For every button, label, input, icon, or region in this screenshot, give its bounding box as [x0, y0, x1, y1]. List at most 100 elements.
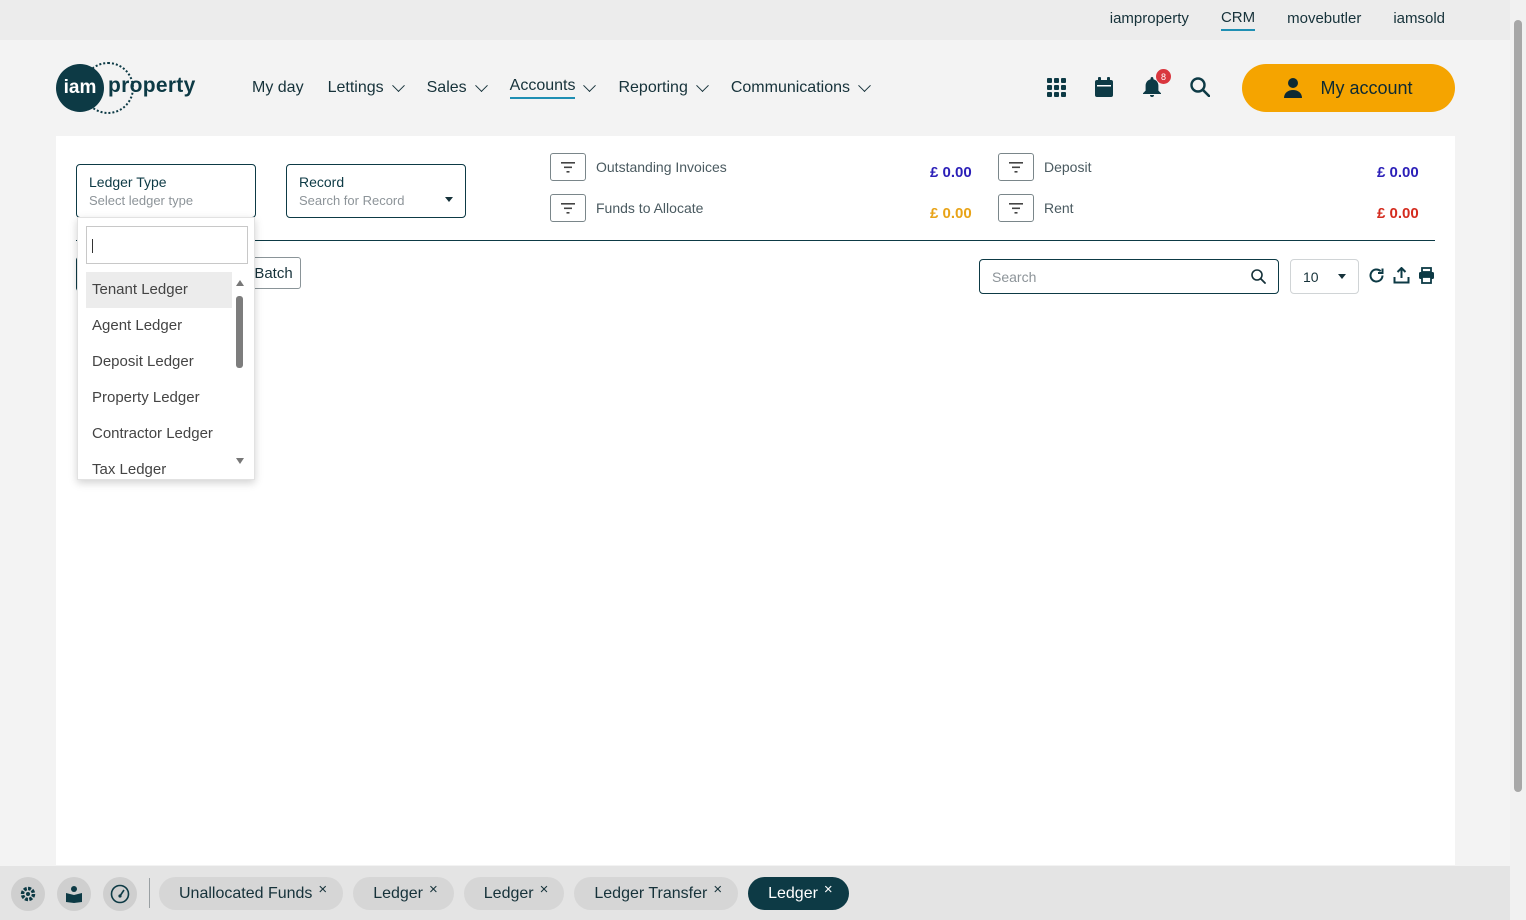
scroll-up-arrow-icon[interactable] [236, 280, 244, 286]
ledger-type-dropdown: Tenant Ledger Agent Ledger Deposit Ledge… [77, 217, 255, 480]
record-label: Record [299, 174, 345, 190]
filter-icon[interactable] [998, 153, 1034, 181]
option-tenant-ledger[interactable]: Tenant Ledger [86, 272, 232, 308]
option-agent-ledger[interactable]: Agent Ledger [86, 308, 232, 344]
close-icon[interactable]: × [429, 881, 438, 898]
filter-icon[interactable] [550, 194, 586, 222]
nav-label: Communications [730, 79, 850, 96]
table-tools [1368, 266, 1435, 289]
settings-gear-icon[interactable] [11, 877, 45, 911]
product-link-movebutler[interactable]: movebutler [1287, 10, 1361, 30]
nav-communications[interactable]: Communications [730, 78, 871, 97]
close-icon[interactable]: × [540, 881, 549, 898]
text-cursor [92, 239, 93, 253]
refresh-icon[interactable] [1368, 267, 1385, 289]
product-links: iamproperty CRM movebutler iamsold [1110, 0, 1445, 40]
nav-label: Lettings [327, 79, 384, 96]
bell-icon[interactable]: 8 [1142, 69, 1171, 98]
iamproperty-logo[interactable]: iam property [56, 62, 206, 114]
ledger-panel: Ledger Type Select ledger type Record Se… [56, 136, 1455, 865]
scrollbar-thumb[interactable] [236, 296, 243, 368]
tab-label: Unallocated Funds [179, 884, 313, 902]
tab-label: Ledger Transfer [594, 884, 708, 902]
option-tax-ledger[interactable]: Tax Ledger [86, 452, 232, 479]
product-link-iamproperty[interactable]: iamproperty [1110, 10, 1189, 30]
logo-circle: iam [56, 64, 104, 112]
product-link-iamsold[interactable]: iamsold [1393, 10, 1445, 30]
rent-value: £ 0.00 [1377, 205, 1419, 222]
tab-ledger[interactable]: Ledger × [463, 877, 565, 910]
chevron-down-icon [695, 78, 709, 92]
chevron-down-icon [391, 78, 405, 92]
page-scrollbar-thumb[interactable] [1514, 20, 1522, 792]
print-icon[interactable] [1418, 267, 1435, 289]
search-icon[interactable] [1190, 76, 1210, 98]
page-scrollbar[interactable] [1510, 0, 1526, 920]
export-icon[interactable] [1393, 266, 1410, 289]
caret-down-icon [1338, 274, 1346, 279]
main-nav: My day Lettings Sales Accounts Reporting… [252, 40, 871, 136]
filter-icon[interactable] [998, 194, 1034, 222]
filter-icon[interactable] [550, 153, 586, 181]
option-property-ledger[interactable]: Property Ledger [86, 380, 232, 416]
outstanding-invoices-value: £ 0.00 [930, 164, 972, 181]
tab-ledger[interactable]: Ledger × [353, 877, 454, 910]
open-tabs: Unallocated Funds × Ledger × Ledger × Ledge… [159, 877, 849, 910]
tab-label: Ledger [768, 884, 818, 902]
deposit-label: Deposit [1044, 159, 1092, 175]
batch-label: Batch [254, 264, 293, 282]
deposit-stat: Deposit [998, 153, 1091, 181]
nav-reporting[interactable]: Reporting [618, 78, 709, 97]
nav-sales[interactable]: Sales [426, 78, 488, 97]
calendar-icon[interactable] [1094, 76, 1114, 98]
logo-word: property [108, 74, 196, 97]
tab-unallocated-funds[interactable]: Unallocated Funds × [159, 877, 344, 910]
tab-ledger-transfer[interactable]: Ledger Transfer × [574, 877, 739, 910]
page-size-value: 10 [1303, 268, 1319, 285]
header-icons: 8 [1046, 69, 1210, 98]
caret-down-icon [445, 197, 453, 202]
funds-to-allocate-value: £ 0.00 [930, 205, 972, 222]
ledger-type-search-input[interactable] [86, 226, 248, 264]
nav-my-day[interactable]: My day [252, 79, 304, 97]
nav-accounts[interactable]: Accounts [509, 77, 597, 99]
outstanding-invoices-label: Outstanding Invoices [596, 159, 727, 175]
table-search-input[interactable]: Search [979, 259, 1279, 294]
taskbar-separator [149, 878, 150, 908]
main-header: iam property My day Lettings Sales Accou… [0, 40, 1510, 136]
ledger-type-placeholder: Select ledger type [89, 193, 194, 208]
user-manual-icon[interactable] [57, 877, 91, 911]
rent-label: Rent [1044, 200, 1074, 216]
my-account-button[interactable]: My account [1242, 64, 1455, 112]
ledger-type-label: Ledger Type [89, 174, 167, 190]
nav-label: Sales [426, 79, 467, 96]
search-icon [1251, 269, 1266, 284]
tab-label: Ledger [483, 884, 534, 902]
dropdown-scrollbar[interactable] [234, 272, 246, 472]
ledger-type-select[interactable]: Ledger Type Select ledger type [76, 164, 256, 218]
user-icon [1284, 78, 1303, 98]
chevron-down-icon [583, 78, 597, 92]
record-select[interactable]: Record Search for Record [286, 164, 466, 218]
chevron-down-icon [858, 78, 871, 92]
rent-stat: Rent [998, 194, 1074, 222]
nav-label: Reporting [618, 79, 688, 96]
funds-to-allocate-label: Funds to Allocate [596, 200, 704, 216]
nav-lettings[interactable]: Lettings [327, 78, 405, 97]
my-account-label: My account [1320, 77, 1413, 98]
page-size-select[interactable]: 10 [1290, 259, 1359, 294]
apps-grid-icon[interactable] [1046, 76, 1066, 98]
option-deposit-ledger[interactable]: Deposit Ledger [86, 344, 232, 380]
close-icon[interactable]: × [713, 881, 722, 898]
product-link-crm[interactable]: CRM [1220, 9, 1256, 31]
dashboard-gauge-icon[interactable] [103, 877, 137, 911]
deposit-value: £ 0.00 [1377, 164, 1419, 181]
nav-label: My day [252, 79, 304, 96]
tab-label: Ledger [373, 884, 424, 902]
close-icon[interactable]: × [318, 881, 327, 898]
tab-ledger-active[interactable]: Ledger × [748, 877, 849, 910]
option-contractor-ledger[interactable]: Contractor Ledger [86, 416, 232, 452]
top-strip: iamproperty CRM movebutler iamsold [0, 0, 1510, 40]
close-icon[interactable]: × [824, 881, 833, 898]
scroll-down-arrow-icon[interactable] [236, 458, 244, 464]
